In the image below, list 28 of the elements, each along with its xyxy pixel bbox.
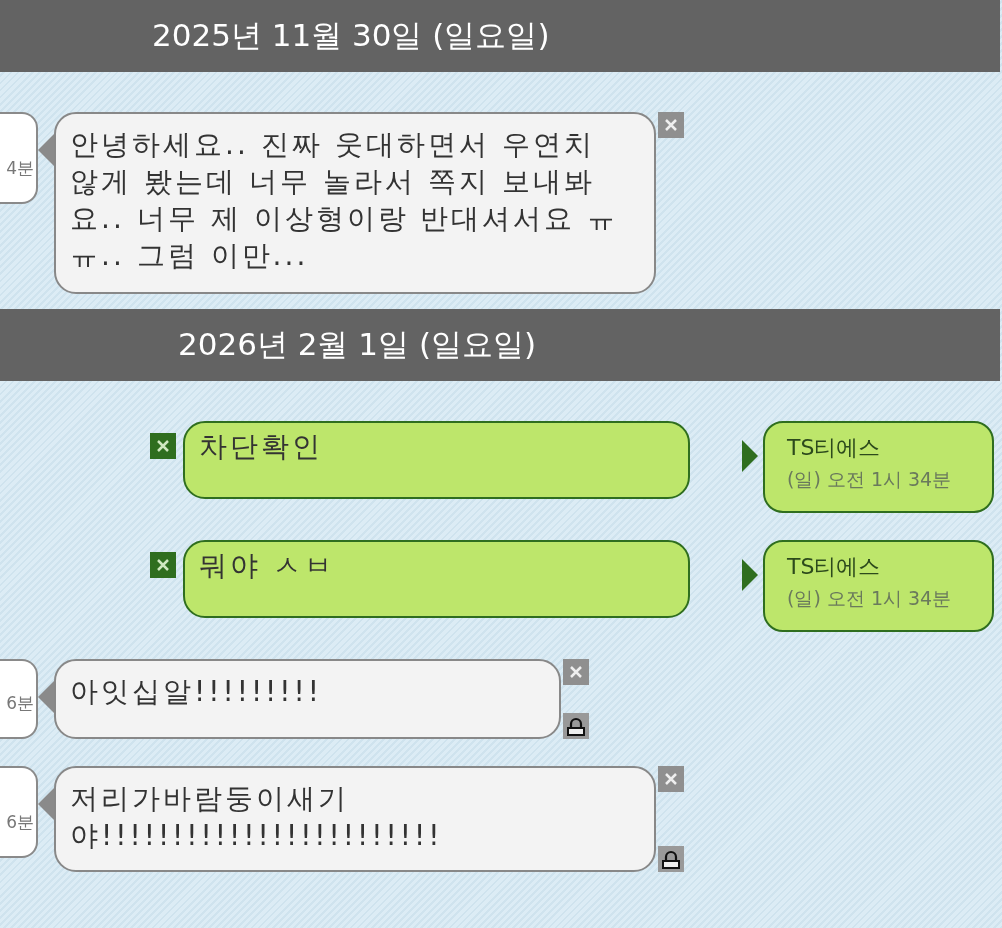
message-time: (일) 오전 1시 34분: [787, 467, 953, 492]
delete-button[interactable]: [563, 659, 589, 685]
lock-icon[interactable]: [563, 713, 589, 739]
delete-button[interactable]: [150, 433, 176, 459]
close-icon: [664, 118, 678, 132]
lock-icon[interactable]: [658, 846, 684, 872]
message-time: (일) 오전 1시 34분: [787, 586, 953, 611]
delete-button[interactable]: [658, 112, 684, 138]
pointer-icon: [742, 440, 758, 472]
message-bubble: 차단확인: [183, 421, 690, 499]
delete-button[interactable]: [658, 766, 684, 792]
message-bubble: 저리가바람둥이새기야!!!!!!!!!!!!!!!!!!!!!!!!: [54, 766, 656, 872]
close-icon: [156, 558, 170, 572]
message-bubble: 뭐야 ㅅㅂ: [183, 540, 690, 618]
date-header: 2025년 11월 30일 (일요일): [0, 0, 1000, 72]
sender-name: TS티에스: [787, 434, 882, 462]
date-header: 2026년 2월 1일 (일요일): [0, 309, 1000, 381]
pointer-icon: [742, 559, 758, 591]
sender-name: TS티에스: [787, 553, 882, 581]
message-time: 6분: [6, 692, 34, 715]
message-time: 4분: [6, 157, 34, 180]
message-bubble: 아잇십알!!!!!!!!!: [54, 659, 561, 739]
close-icon: [664, 772, 678, 786]
delete-button[interactable]: [150, 552, 176, 578]
close-icon: [569, 665, 583, 679]
close-icon: [156, 439, 170, 453]
message-bubble: 안녕하세요.. 진짜 웃대하면서 우연치 않게 봤는데 너무 놀라서 쪽지 보내봐요.. 너무 제 이상형이랑 반대셔서요 ㅠㅠ.. 그럼 이만...: [54, 112, 656, 294]
message-time: 6분: [6, 811, 34, 834]
